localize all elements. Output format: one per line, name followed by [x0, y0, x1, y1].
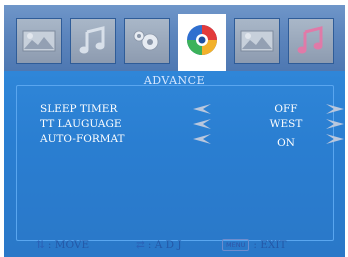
move-hint-label: : MOVE [47, 239, 90, 251]
music-notes-icon [297, 26, 323, 54]
picture-tab-2[interactable] [234, 18, 280, 64]
gear-icon [133, 30, 159, 51]
auto-format-value: ON [277, 137, 295, 149]
menu-key-icon: MENU [222, 239, 250, 251]
tt-language-value: WEST [269, 118, 303, 130]
picture-icon [240, 30, 274, 52]
footer-hints: ⇅ : MOVE ⇄ : A D J MENU : EXIT [4, 236, 345, 254]
menu-row-tt-language[interactable]: TT LAUGUAGE WEST [40, 118, 344, 132]
sound-tab[interactable] [70, 18, 116, 64]
sleep-timer-value: OFF [274, 103, 298, 115]
menu-tab-bar [4, 5, 345, 76]
up-down-arrows-icon: ⇅ [36, 239, 45, 251]
tt-language-label: TT LAUGUAGE [40, 118, 122, 130]
exit-hint: MENU : EXIT [222, 239, 287, 251]
picture-icon [22, 30, 56, 52]
adjust-hint: ⇄ : A D J [136, 239, 182, 251]
advance-panel: ADVANCE SLEEP TIMER OFF TT LAUGUAGE WEST… [4, 71, 345, 257]
menu-row-sleep-timer[interactable]: SLEEP TIMER OFF [40, 103, 344, 117]
adjust-hint-label: : A D J [147, 239, 182, 251]
arrow-left-icon[interactable] [193, 119, 211, 129]
arrow-left-icon[interactable] [193, 104, 211, 114]
picture-tab[interactable] [16, 18, 62, 64]
arrow-right-icon[interactable] [326, 134, 344, 144]
advance-tab[interactable] [178, 14, 226, 76]
sound-tab-2[interactable] [288, 18, 334, 64]
arrow-left-icon[interactable] [193, 134, 211, 144]
sleep-timer-label: SLEEP TIMER [40, 103, 118, 115]
left-right-arrows-icon: ⇄ [136, 239, 145, 251]
menu-row-auto-format[interactable]: AUTO-FORMAT ON [40, 133, 344, 149]
arrow-right-icon[interactable] [326, 104, 344, 114]
arrow-right-icon[interactable] [326, 119, 344, 129]
exit-hint-label: : EXIT [253, 239, 287, 251]
setup-tab[interactable] [124, 18, 170, 64]
auto-format-label: AUTO-FORMAT [40, 133, 125, 145]
move-hint: ⇅ : MOVE [36, 239, 89, 251]
swirl-icon [187, 25, 217, 55]
music-notes-icon [79, 26, 105, 54]
